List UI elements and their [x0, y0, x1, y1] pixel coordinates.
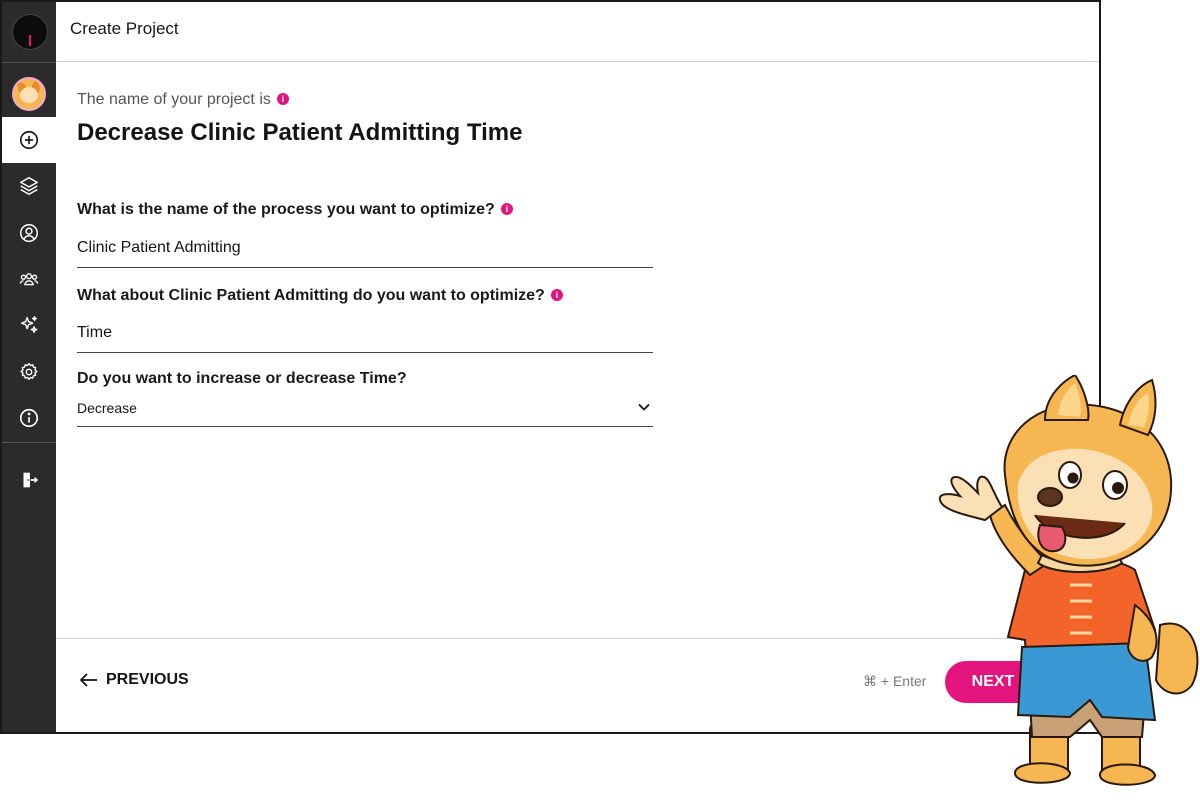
avatar[interactable] [12, 77, 46, 111]
sidebar-item-create[interactable] [2, 117, 56, 163]
user-circle-icon [20, 224, 38, 242]
process-question-text: What is the name of the process you want… [77, 201, 495, 218]
direction-question-label: Do you want to increase or decrease Time… [77, 370, 407, 387]
optimize-question-label: What about Clinic Patient Admitting do y… [77, 287, 563, 305]
info-icon[interactable]: i [276, 92, 289, 105]
info-circle-icon [19, 408, 39, 428]
process-name-value: Clinic Patient Admitting [77, 239, 241, 256]
info-icon[interactable]: i [500, 202, 513, 215]
direction-select[interactable]: Decrease [77, 394, 653, 427]
sidebar-item-ai[interactable] [2, 302, 56, 348]
sidebar-item-settings[interactable] [2, 349, 56, 395]
fox-mascot [938, 375, 1199, 786]
users-icon [19, 273, 39, 286]
info-icon[interactable]: i [550, 288, 563, 301]
project-name: Decrease Clinic Patient Admitting Time [77, 119, 523, 146]
optimize-value: Time [77, 324, 112, 341]
process-name-field[interactable]: Clinic Patient Admitting [77, 235, 653, 268]
logo[interactable] [12, 14, 48, 50]
sparkles-icon [20, 316, 38, 334]
project-name-label: The name of your project is i [77, 91, 289, 109]
sidebar [2, 2, 56, 732]
process-question-label: What is the name of the process you want… [77, 201, 513, 219]
sidebar-item-projects[interactable] [2, 163, 56, 209]
optimize-question-text: What about Clinic Patient Admitting do y… [77, 287, 545, 304]
optimize-field[interactable]: Time [77, 320, 653, 353]
sidebar-item-team[interactable] [2, 256, 56, 302]
sidebar-item-about[interactable] [2, 395, 56, 441]
previous-button-label: PREVIOUS [106, 671, 189, 688]
header: Create Project [56, 2, 1099, 62]
sidebar-divider [2, 62, 56, 63]
layers-icon [20, 177, 38, 195]
arrow-left-icon [80, 673, 97, 687]
gear-icon [20, 362, 38, 381]
logout-icon [23, 472, 39, 488]
direction-select-value: Decrease [77, 400, 137, 416]
sidebar-item-profile[interactable] [2, 210, 56, 256]
chevron-down-icon [638, 403, 650, 411]
plus-circle-icon [19, 130, 39, 150]
page-title: Create Project [70, 19, 179, 38]
project-name-label-text: The name of your project is [77, 91, 271, 108]
sidebar-divider-bottom [2, 442, 56, 443]
sidebar-item-logout[interactable] [2, 457, 56, 503]
keyboard-shortcut-hint: ⌘ + Enter [863, 673, 927, 689]
previous-button[interactable]: PREVIOUS [80, 671, 189, 689]
